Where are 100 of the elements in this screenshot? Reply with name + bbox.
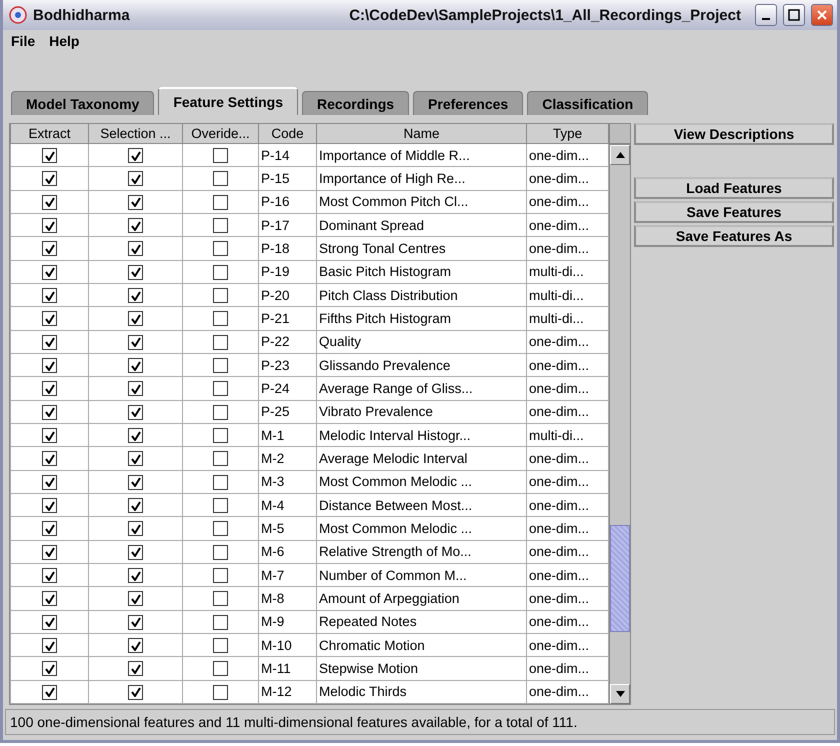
checkbox[interactable]: [42, 474, 57, 490]
checkbox[interactable]: [213, 194, 228, 210]
checkbox[interactable]: [213, 404, 228, 420]
checkbox[interactable]: [42, 148, 57, 164]
checkbox[interactable]: [42, 614, 57, 630]
checkbox[interactable]: [42, 311, 57, 326]
checkbox[interactable]: [42, 218, 57, 234]
checkbox[interactable]: [128, 428, 143, 444]
menu-item[interactable]: File: [11, 33, 36, 49]
checkbox[interactable]: [213, 614, 228, 630]
scroll-up-button[interactable]: [610, 145, 630, 165]
checkbox[interactable]: [42, 428, 57, 444]
checkbox[interactable]: [213, 358, 228, 374]
side-button[interactable]: Save Features As: [634, 225, 834, 247]
checkbox[interactable]: [128, 591, 143, 606]
checkbox[interactable]: [213, 311, 228, 326]
view-descriptions-button[interactable]: View Descriptions: [634, 123, 834, 145]
checkbox[interactable]: [213, 428, 228, 444]
checkbox[interactable]: [42, 381, 57, 396]
checkbox[interactable]: [42, 661, 57, 676]
checkbox[interactable]: [128, 218, 143, 234]
tab[interactable]: Preferences: [413, 91, 524, 115]
checkbox[interactable]: [42, 171, 57, 186]
checkbox[interactable]: [42, 334, 57, 350]
checkbox[interactable]: [213, 544, 228, 560]
minimize-button[interactable]: [755, 4, 777, 26]
checkbox[interactable]: [128, 544, 143, 560]
checkbox[interactable]: [213, 638, 228, 654]
column-header[interactable]: Code: [258, 124, 316, 144]
checkbox[interactable]: [42, 358, 57, 374]
checkbox[interactable]: [213, 288, 228, 304]
checkbox[interactable]: [213, 568, 228, 584]
column-header[interactable]: Extract: [10, 124, 88, 144]
table-cell: Repeated Notes: [316, 610, 526, 634]
checkbox[interactable]: [42, 404, 57, 420]
checkbox[interactable]: [128, 498, 143, 514]
checkbox[interactable]: [213, 498, 228, 514]
tab[interactable]: Classification: [527, 91, 648, 115]
checkbox[interactable]: [128, 451, 143, 466]
checkbox[interactable]: [42, 288, 57, 304]
checkbox[interactable]: [42, 544, 57, 560]
checkbox[interactable]: [128, 404, 143, 420]
checkbox[interactable]: [42, 498, 57, 514]
checkbox[interactable]: [42, 568, 57, 584]
checkbox[interactable]: [213, 241, 228, 256]
check-icon: [44, 150, 54, 161]
checkbox[interactable]: [42, 684, 57, 700]
checkbox[interactable]: [213, 218, 228, 234]
tab[interactable]: Feature Settings: [158, 87, 298, 115]
side-button[interactable]: Save Features: [634, 201, 834, 223]
menu-item[interactable]: Help: [49, 33, 80, 49]
checkbox[interactable]: [42, 241, 57, 256]
checkbox[interactable]: [213, 381, 228, 396]
checkbox[interactable]: [128, 638, 143, 654]
checkbox[interactable]: [128, 311, 143, 326]
check-icon: [130, 547, 140, 558]
checkbox[interactable]: [128, 381, 143, 396]
table-cell: P-14: [258, 144, 316, 167]
checkbox[interactable]: [213, 148, 228, 164]
checkbox[interactable]: [213, 264, 228, 280]
checkbox[interactable]: [42, 521, 57, 536]
checkbox[interactable]: [128, 684, 143, 700]
maximize-button[interactable]: [783, 4, 805, 26]
checkbox[interactable]: [42, 451, 57, 466]
column-header[interactable]: Overide...: [182, 124, 258, 144]
checkbox[interactable]: [128, 568, 143, 584]
checkbox[interactable]: [213, 591, 228, 606]
checkbox[interactable]: [128, 241, 143, 256]
checkbox[interactable]: [128, 358, 143, 374]
checkbox[interactable]: [42, 638, 57, 654]
scrollbar-thumb[interactable]: [610, 525, 630, 632]
column-header[interactable]: Name: [316, 124, 526, 144]
column-header[interactable]: Type: [526, 124, 608, 144]
checkbox[interactable]: [213, 451, 228, 466]
checkbox[interactable]: [213, 661, 228, 676]
checkbox[interactable]: [42, 194, 57, 210]
checkbox[interactable]: [42, 264, 57, 280]
checkbox[interactable]: [213, 474, 228, 490]
checkbox[interactable]: [213, 521, 228, 536]
checkbox[interactable]: [128, 614, 143, 630]
checkbox[interactable]: [128, 288, 143, 304]
column-header[interactable]: Selection ...: [88, 124, 182, 144]
checkbox[interactable]: [128, 264, 143, 280]
checkbox[interactable]: [128, 171, 143, 186]
side-button[interactable]: Load Features: [634, 177, 834, 199]
close-button[interactable]: [811, 4, 833, 26]
checkbox[interactable]: [128, 474, 143, 490]
checkbox[interactable]: [213, 171, 228, 186]
check-icon: [130, 337, 140, 348]
scroll-down-button[interactable]: [610, 684, 630, 704]
checkbox[interactable]: [42, 591, 57, 606]
tab[interactable]: Model Taxonomy: [11, 91, 154, 115]
tab[interactable]: Recordings: [302, 91, 410, 115]
checkbox[interactable]: [213, 684, 228, 700]
checkbox[interactable]: [128, 661, 143, 676]
checkbox[interactable]: [128, 334, 143, 350]
checkbox[interactable]: [128, 148, 143, 164]
checkbox[interactable]: [128, 521, 143, 536]
checkbox[interactable]: [213, 334, 228, 350]
checkbox[interactable]: [128, 194, 143, 210]
